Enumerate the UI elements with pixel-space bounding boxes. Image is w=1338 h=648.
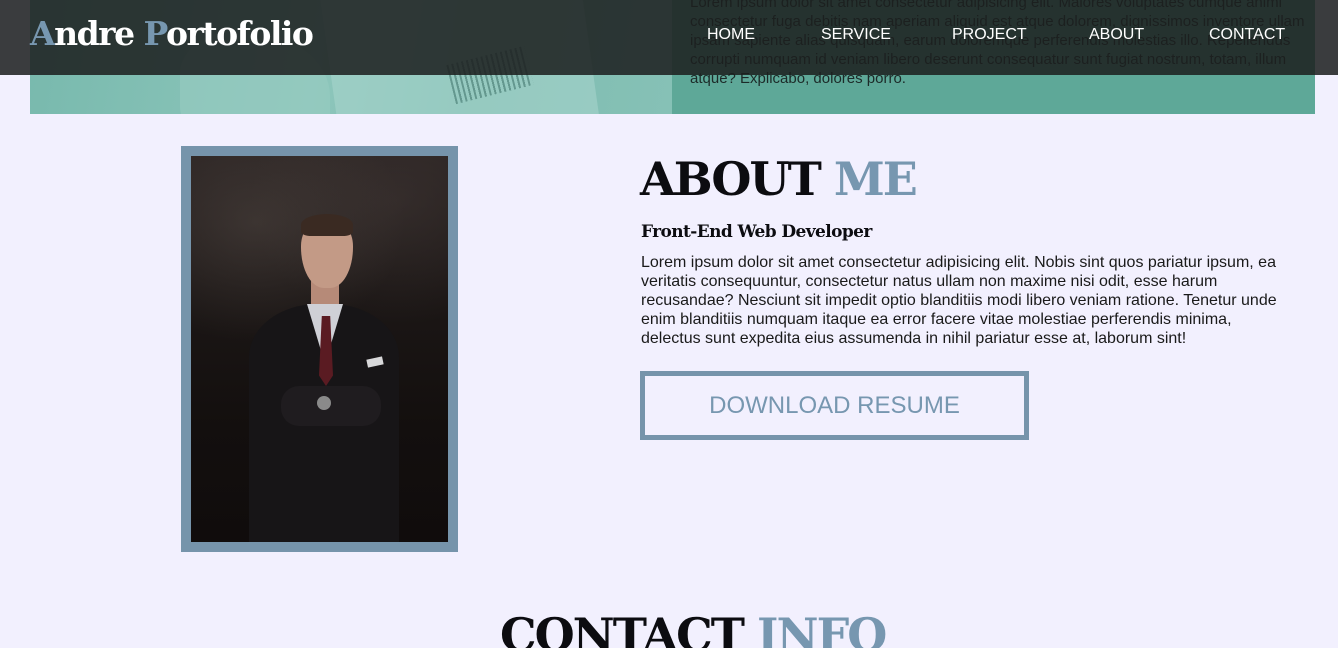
profile-photo-frame — [181, 146, 458, 552]
about-description: Lorem ipsum dolor sit amet consectetur a… — [641, 254, 1277, 347]
about-title-main: ABOUT — [640, 152, 834, 206]
nav-menu: HOME SERVICE PROJECT ABOUT CONTACT — [0, 26, 1338, 48]
watch-shape — [317, 396, 331, 410]
contact-title-accent: INFO — [757, 608, 887, 648]
nav-home[interactable]: HOME — [707, 26, 755, 44]
nav-contact[interactable]: CONTACT — [1209, 26, 1285, 44]
about-title-accent: ME — [833, 152, 918, 206]
contact-title-main: CONTACT — [500, 608, 757, 648]
nav-project[interactable]: PROJECT — [952, 26, 1027, 44]
crossed-arms-shape — [281, 386, 381, 426]
navbar: Andre Portofolio HOME SERVICE PROJECT AB… — [0, 0, 1338, 75]
nav-about[interactable]: ABOUT — [1089, 26, 1144, 44]
hair-shape — [301, 214, 353, 236]
about-subtitle: Front-End Web Developer — [641, 222, 872, 242]
profile-photo — [191, 156, 448, 542]
about-title: ABOUT ME — [640, 152, 918, 206]
download-resume-button[interactable]: DOWNLOAD RESUME — [640, 371, 1029, 440]
portfolio-page: Lorem ipsum dolor sit amet consectetur a… — [0, 0, 1338, 648]
contact-title: CONTACT INFO — [500, 608, 887, 648]
nav-service[interactable]: SERVICE — [821, 26, 891, 44]
